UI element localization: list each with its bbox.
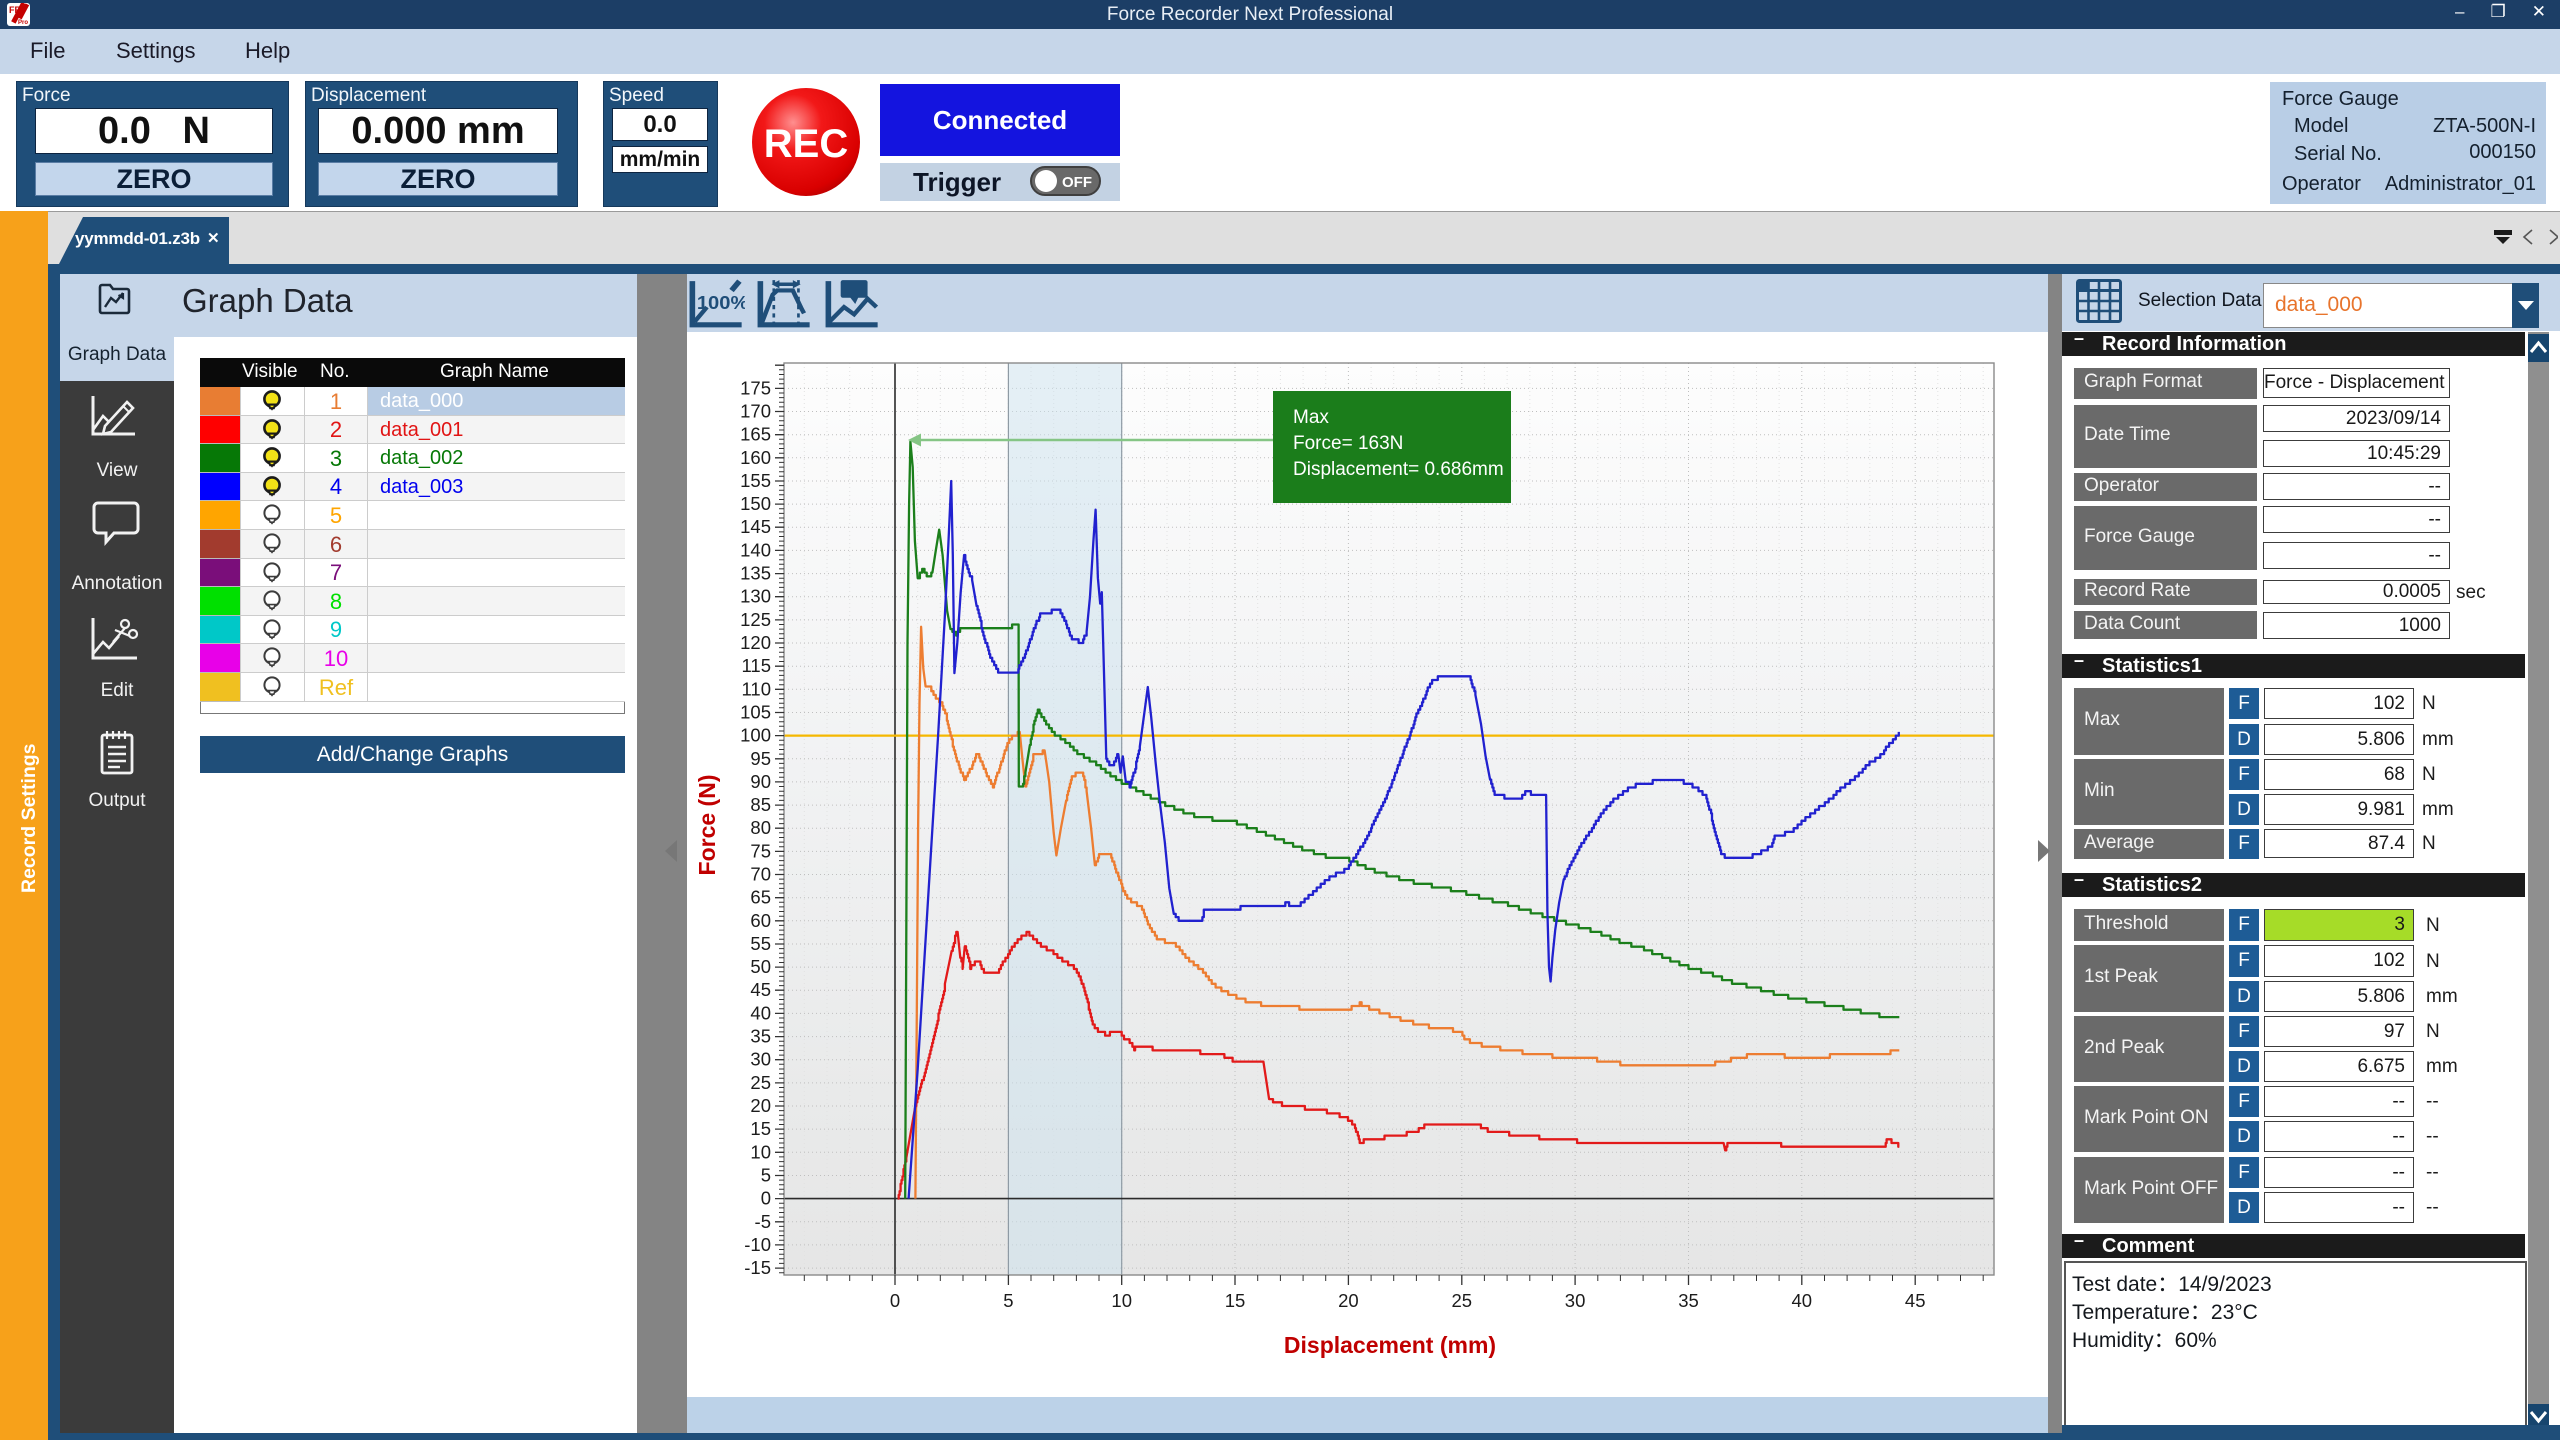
- svg-text:-10: -10: [744, 1234, 771, 1255]
- svg-text:65: 65: [750, 887, 771, 908]
- svg-text:145: 145: [740, 516, 771, 537]
- svg-text:80: 80: [750, 817, 771, 838]
- svg-text:Displacement= 0.686mm: Displacement= 0.686mm: [1293, 459, 1504, 480]
- svg-text:90: 90: [750, 771, 771, 792]
- svg-text:0: 0: [761, 1188, 771, 1209]
- svg-text:Displacement (mm): Displacement (mm): [1284, 1332, 1496, 1358]
- svg-text:20: 20: [750, 1095, 771, 1116]
- svg-text:135: 135: [740, 563, 771, 584]
- svg-text:Pro: Pro: [18, 20, 28, 26]
- svg-text:35: 35: [750, 1026, 771, 1047]
- svg-text:25: 25: [750, 1072, 771, 1093]
- svg-text:40: 40: [1792, 1290, 1813, 1311]
- svg-text:40: 40: [750, 1002, 771, 1023]
- svg-text:70: 70: [750, 864, 771, 885]
- svg-text:25: 25: [1452, 1290, 1473, 1311]
- svg-text:15: 15: [750, 1118, 771, 1139]
- svg-text:160: 160: [740, 447, 771, 468]
- svg-text:75: 75: [750, 840, 771, 861]
- svg-text:105: 105: [740, 702, 771, 723]
- svg-text:10: 10: [1111, 1290, 1132, 1311]
- svg-text:-5: -5: [755, 1211, 771, 1232]
- svg-text:140: 140: [740, 539, 771, 560]
- svg-text:155: 155: [740, 470, 771, 491]
- svg-text:Force (N): Force (N): [694, 775, 720, 876]
- svg-text:35: 35: [1678, 1290, 1699, 1311]
- svg-text:100: 100: [740, 725, 771, 746]
- svg-text:85: 85: [750, 794, 771, 815]
- svg-text:20: 20: [1338, 1290, 1359, 1311]
- svg-text:95: 95: [750, 748, 771, 769]
- svg-text:10: 10: [750, 1141, 771, 1162]
- svg-text:170: 170: [740, 401, 771, 422]
- svg-text:15: 15: [1225, 1290, 1246, 1311]
- svg-text:50: 50: [750, 956, 771, 977]
- svg-text:175: 175: [740, 377, 771, 398]
- svg-text:115: 115: [742, 655, 772, 676]
- svg-text:60: 60: [750, 910, 771, 931]
- svg-text:Max: Max: [1293, 407, 1329, 428]
- svg-text:150: 150: [740, 493, 771, 514]
- svg-text:130: 130: [740, 586, 771, 607]
- svg-text:45: 45: [750, 979, 771, 1000]
- svg-text:5: 5: [1003, 1290, 1013, 1311]
- svg-text:45: 45: [1905, 1290, 1926, 1311]
- svg-text:110: 110: [742, 678, 772, 699]
- svg-text:30: 30: [1565, 1290, 1586, 1311]
- svg-text:125: 125: [740, 609, 771, 630]
- svg-text:120: 120: [740, 632, 771, 653]
- svg-text:0: 0: [890, 1290, 900, 1311]
- svg-text:Force= 163N: Force= 163N: [1293, 433, 1403, 454]
- svg-text:REC: REC: [764, 122, 848, 166]
- svg-text:-15: -15: [744, 1257, 771, 1278]
- svg-text:165: 165: [740, 424, 771, 445]
- svg-text:30: 30: [750, 1049, 771, 1070]
- svg-text:100%: 100%: [697, 293, 745, 314]
- svg-text:55: 55: [750, 933, 771, 954]
- svg-text:5: 5: [761, 1165, 771, 1186]
